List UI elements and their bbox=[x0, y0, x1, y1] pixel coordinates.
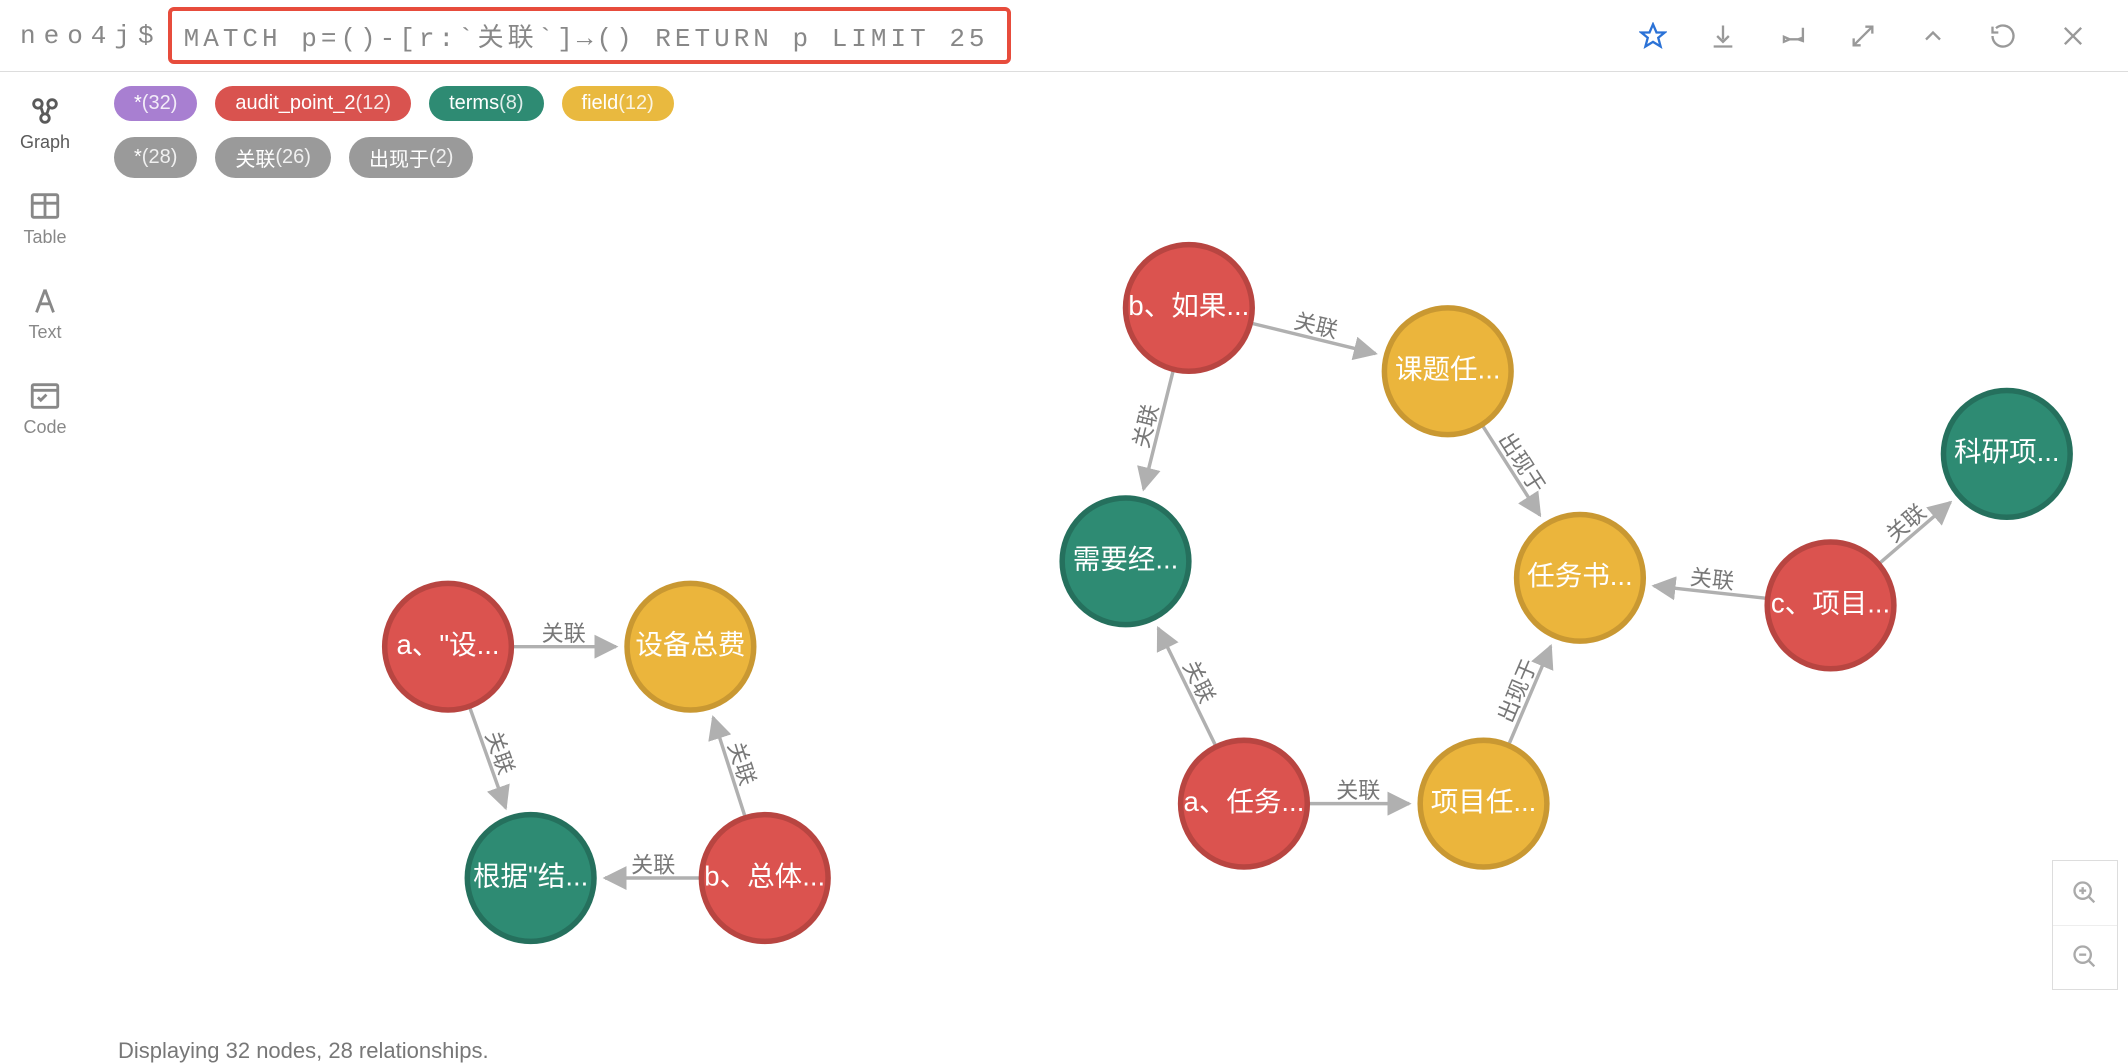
legend-pill-label: 关联 bbox=[235, 143, 275, 172]
legend-pill-count: (12) bbox=[355, 92, 391, 115]
graph-edge-label: 关联 bbox=[542, 621, 586, 646]
graph-node[interactable]: 科研项... bbox=[1943, 391, 2070, 518]
graph-node[interactable]: 项目任... bbox=[1420, 740, 1547, 867]
status-text: Displaying 32 nodes, 28 relationships. bbox=[118, 1038, 489, 1064]
zoom-in-button[interactable] bbox=[2053, 861, 2117, 925]
legend-pill-count: (2) bbox=[429, 146, 453, 169]
legend-pill-count: (32) bbox=[142, 92, 178, 115]
close-icon[interactable] bbox=[2056, 19, 2090, 53]
sidebar-item-label: Text bbox=[28, 322, 61, 343]
legend-pill[interactable]: field(12) bbox=[562, 86, 674, 121]
legend-node-row: *(32)audit_point_2(12)terms(8)field(12) bbox=[114, 86, 2104, 121]
legend-pill-count: (26) bbox=[275, 146, 311, 169]
graph-edge-label: 关联 bbox=[1128, 402, 1163, 451]
graph-edge-label: 关联 bbox=[1336, 778, 1380, 803]
legend: *(32)audit_point_2(12)terms(8)field(12) … bbox=[90, 72, 2128, 184]
graph-node[interactable]: a、"设... bbox=[385, 583, 512, 710]
legend-pill-label: audit_point_2 bbox=[235, 92, 355, 115]
graph-edge-label: 出现于 bbox=[1493, 655, 1542, 726]
status-footer: Displaying 32 nodes, 28 relationships. bbox=[90, 1038, 2128, 1064]
graph-edge-label: 关联 bbox=[1178, 656, 1220, 707]
sidebar-item-table[interactable]: Table bbox=[0, 183, 90, 254]
graph-edge-label: 关联 bbox=[481, 728, 519, 778]
favorite-icon[interactable] bbox=[1636, 19, 1670, 53]
graph-edge-label: 关联 bbox=[723, 739, 760, 789]
graph-node[interactable]: 根据"结... bbox=[467, 815, 594, 942]
legend-pill[interactable]: *(32) bbox=[114, 86, 197, 121]
legend-pill[interactable]: audit_point_2(12) bbox=[215, 86, 411, 121]
pin-icon[interactable] bbox=[1776, 19, 1810, 53]
graph-node[interactable]: b、总体... bbox=[701, 815, 828, 942]
graph-edge-label: 关联 bbox=[1292, 308, 1341, 343]
view-sidebar: Graph Table Text Code bbox=[0, 72, 90, 1056]
legend-pill[interactable]: *(28) bbox=[114, 137, 197, 178]
query-actions bbox=[1636, 19, 2118, 53]
legend-pill-count: (8) bbox=[499, 92, 523, 115]
sidebar-item-label: Graph bbox=[20, 132, 70, 153]
legend-pill-label: * bbox=[134, 146, 142, 169]
legend-pill[interactable]: 关联(26) bbox=[215, 137, 331, 178]
legend-pill-label: terms bbox=[449, 92, 499, 115]
graph-node[interactable]: 需要经... bbox=[1062, 498, 1189, 625]
graph-node[interactable]: c、项目... bbox=[1767, 542, 1894, 669]
graph-node[interactable]: b、如果... bbox=[1126, 245, 1253, 372]
legend-pill[interactable]: terms(8) bbox=[429, 86, 543, 121]
graph-canvas[interactable]: 关联关联关联关联关联关联关联关联出现于出现于关联关联 a、"设...设备总费根据… bbox=[90, 184, 2128, 1038]
graph-edge-label: 关联 bbox=[631, 853, 675, 878]
sidebar-item-code[interactable]: Code bbox=[0, 373, 90, 444]
legend-pill-label: field bbox=[582, 92, 619, 115]
sidebar-item-label: Table bbox=[23, 227, 66, 248]
graph-node[interactable]: 课题任... bbox=[1384, 308, 1511, 435]
zoom-out-button[interactable] bbox=[2053, 925, 2117, 989]
query-bar: neo4j$ MATCH p=()-[r:`关联`]→() RETURN p L… bbox=[0, 0, 2128, 72]
refresh-icon[interactable] bbox=[1986, 19, 2020, 53]
query-highlight-box: MATCH p=()-[r:`关联`]→() RETURN p LIMIT 25 bbox=[168, 7, 1011, 64]
legend-pill-label: * bbox=[134, 92, 142, 115]
legend-pill-label: 出现于 bbox=[369, 143, 429, 172]
legend-rel-row: *(28) 关联(26) 出现于(2) bbox=[114, 137, 2104, 178]
zoom-controls bbox=[2052, 860, 2118, 990]
sidebar-item-text[interactable]: Text bbox=[0, 278, 90, 349]
graph-node[interactable]: a、任务... bbox=[1181, 740, 1308, 867]
sidebar-item-label: Code bbox=[23, 417, 66, 438]
graph-node[interactable]: 设备总费 bbox=[627, 583, 754, 710]
graph-edge-label: 关联 bbox=[1689, 564, 1735, 594]
query-prompt: neo4j$ bbox=[20, 21, 162, 51]
legend-pill-count: (28) bbox=[142, 146, 178, 169]
expand-icon[interactable] bbox=[1846, 19, 1880, 53]
sidebar-item-graph[interactable]: Graph bbox=[0, 88, 90, 159]
legend-pill-count: (12) bbox=[618, 92, 654, 115]
graph-node[interactable]: 任务书... bbox=[1517, 514, 1644, 641]
download-icon[interactable] bbox=[1706, 19, 1740, 53]
legend-pill[interactable]: 出现于(2) bbox=[349, 137, 473, 178]
collapse-up-icon[interactable] bbox=[1916, 19, 1950, 53]
query-input[interactable]: MATCH p=()-[r:`关联`]→() RETURN p LIMIT 25 bbox=[184, 17, 989, 54]
